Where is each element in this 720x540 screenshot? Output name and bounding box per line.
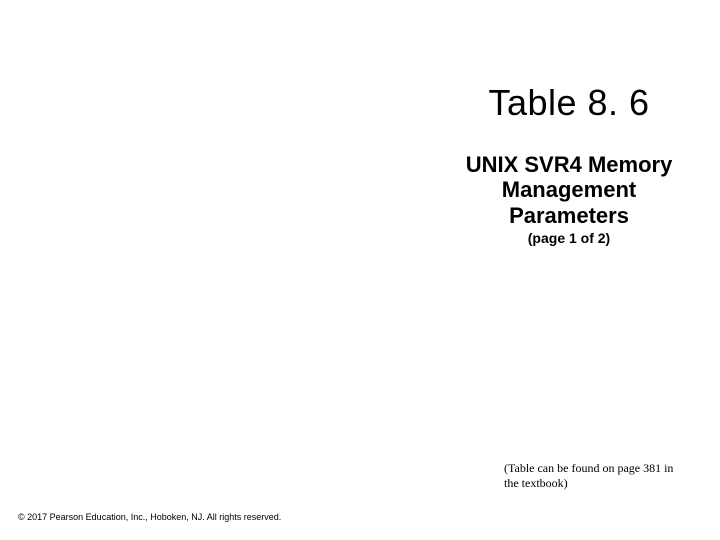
- table-location-note: (Table can be found on page 381 in the t…: [504, 461, 684, 490]
- title-block: Table 8. 6 UNIX SVR4 Memory Management P…: [464, 82, 674, 246]
- page-info: (page 1 of 2): [464, 230, 674, 246]
- table-subtitle: UNIX SVR4 Memory Management Parameters: [464, 152, 674, 228]
- copyright-notice: © 2017 Pearson Education, Inc., Hoboken,…: [18, 512, 281, 522]
- table-number: Table 8. 6: [464, 82, 674, 124]
